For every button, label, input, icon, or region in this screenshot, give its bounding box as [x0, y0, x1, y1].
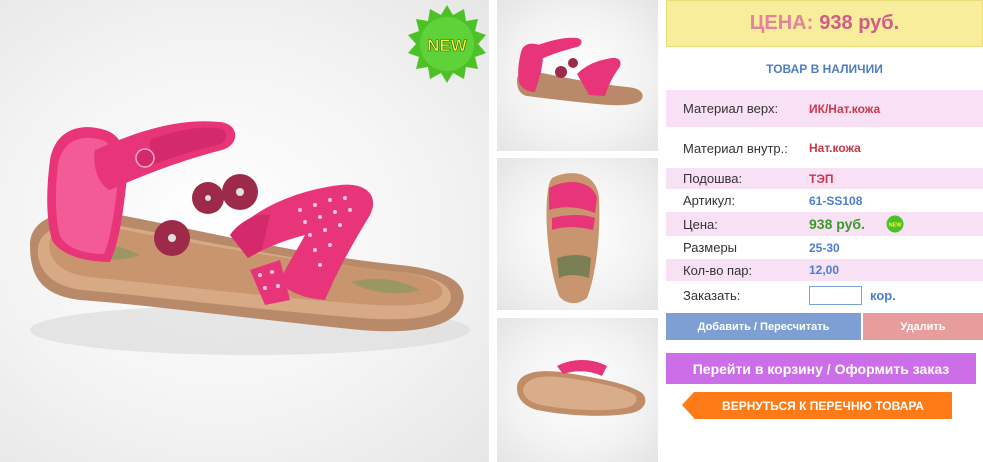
main-product-photo[interactable]: NEW	[0, 0, 489, 462]
spec-label: Материал верх:	[683, 101, 779, 116]
order-row: Заказать: кор.	[666, 283, 983, 307]
back-to-list-button[interactable]: ВЕРНУТЬСЯ К ПЕРЕЧНЮ ТОВАРА	[682, 392, 952, 419]
price-banner: ЦЕНА: 938 руб.	[666, 0, 983, 47]
add-recalculate-button[interactable]: Добавить / Пересчитать	[666, 313, 861, 340]
spec-row-pairs: Кол-во пар: 12,00	[666, 259, 983, 281]
spec-label: Артикул:	[683, 193, 736, 208]
spec-row-sole: Подошва: ТЭП	[666, 168, 983, 189]
new-mini-badge-text: NEW	[889, 223, 903, 229]
order-label: Заказать:	[683, 287, 741, 303]
thumbnail-side-view[interactable]	[497, 0, 658, 151]
thumbnail-sole-view[interactable]	[497, 318, 658, 462]
product-info-panel: ЦЕНА: 938 руб. ТОВАР В НАЛИЧИИ Материал …	[666, 0, 983, 462]
product-page: NEW ЦЕНА: 938 руб. ТОВАР В НАЛИЧИИ Матер…	[0, 0, 983, 462]
spec-label: Материал внутр.:	[683, 140, 788, 156]
spec-row-article: Артикул: 61-SS108	[666, 190, 983, 211]
spec-value: ИК/Нат.кожа	[809, 101, 881, 116]
order-unit: кор.	[870, 287, 896, 303]
spec-label: Цена:	[683, 216, 718, 232]
spec-value: Нат.кожа	[809, 141, 861, 155]
go-to-cart-button[interactable]: Перейти в корзину / Оформить заказ	[666, 353, 976, 384]
spec-value: 12,00	[809, 263, 840, 277]
back-arrow-icon	[682, 392, 694, 418]
spec-value: 938 руб.	[809, 216, 865, 232]
thumbnail-list	[497, 0, 658, 462]
new-badge-text: NEW	[427, 36, 468, 55]
spec-label: Кол-во пар:	[683, 262, 753, 278]
spec-label: Подошва:	[683, 171, 743, 186]
stock-status: ТОВАР В НАЛИЧИИ	[766, 62, 883, 76]
delete-button[interactable]: Удалить	[863, 313, 983, 340]
thumb-side-illustration	[517, 37, 643, 106]
price-banner-label: ЦЕНА:	[749, 12, 814, 34]
spec-value: 25-30	[809, 240, 840, 255]
new-badge-icon: NEW	[408, 5, 486, 83]
order-quantity-input[interactable]	[809, 285, 862, 305]
spec-row-material-top: Материал верх: ИК/Нат.кожа	[666, 90, 983, 127]
new-mini-badge-icon: NEW	[886, 215, 904, 233]
spec-row-price: Цена: 938 руб. NEW	[666, 212, 983, 236]
spec-row-material-inner: Материал внутр.: Нат.кожа	[666, 130, 983, 166]
spec-label: Размеры	[683, 240, 738, 255]
spec-value: ТЭП	[809, 171, 834, 186]
price-banner-value: 938 руб.	[819, 12, 900, 34]
thumbnail-top-view[interactable]	[497, 158, 658, 310]
back-to-list-label: ВЕРНУТЬСЯ К ПЕРЕЧНЮ ТОВАРА	[722, 398, 924, 413]
thumb-sole-illustration	[517, 360, 646, 416]
thumb-top-illustration	[546, 173, 600, 304]
spec-value: 61-SS108	[809, 193, 863, 208]
spec-row-sizes: Размеры 25-30	[666, 237, 983, 258]
